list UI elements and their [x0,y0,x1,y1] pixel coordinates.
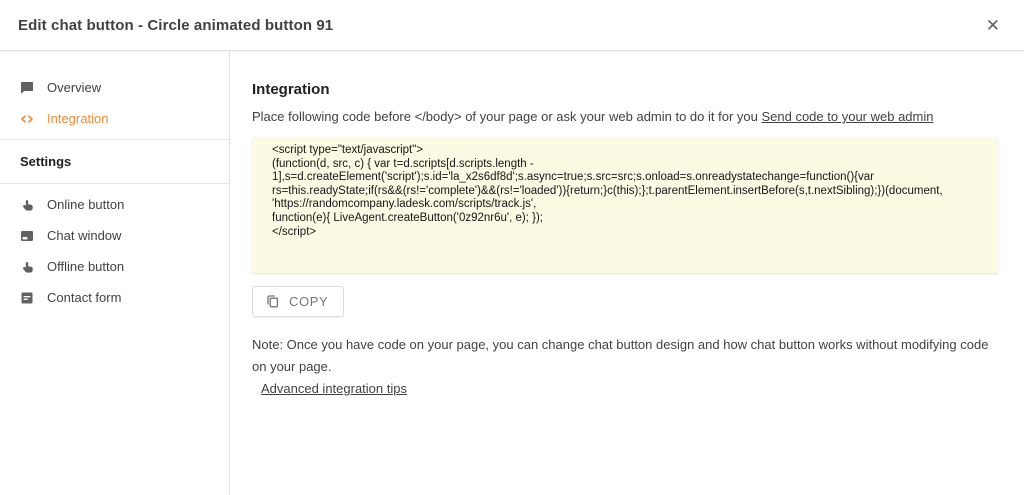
page-title: Integration [252,81,1000,98]
window-icon [20,229,34,243]
sidebar-item-integration[interactable]: Integration [0,103,229,134]
sidebar-item-label: Online button [47,197,124,212]
code-line: </script> [272,226,978,240]
copy-icon [265,294,280,309]
form-icon [20,291,34,305]
sidebar-item-label: Offline button [47,259,124,274]
instruction-label: Place following code before </body> of y… [252,109,758,124]
integration-code-block[interactable]: <script type="text/javascript"> (functio… [252,137,998,273]
sidebar-item-label: Overview [47,80,101,95]
sidebar-item-label: Integration [47,111,108,126]
code-line: 'https://randomcompany.ladesk.com/script… [272,198,978,212]
code-line: <script type="text/javascript"> [272,144,978,158]
code-line: function(e){ LiveAgent.createButton('0z9… [272,212,978,226]
code-line: 1],s=d.createElement('script');s.id='la_… [272,171,978,185]
sidebar-divider [0,139,229,140]
chat-bubble-icon [20,81,34,95]
send-code-link[interactable]: Send code to your web admin [761,109,933,124]
sidebar-item-label: Contact form [47,290,121,305]
modal-body: Overview Integration Settings Online but… [0,51,1024,495]
close-icon[interactable]: ✕ [980,13,1006,38]
hand-pointer-icon [20,198,34,212]
copy-button[interactable]: COPY [252,286,344,317]
sidebar: Overview Integration Settings Online but… [0,51,230,495]
advanced-integration-tips-link[interactable]: Advanced integration tips [261,381,407,396]
code-icon [20,112,34,126]
sidebar-item-label: Chat window [47,228,121,243]
sidebar-item-offline-button[interactable]: Offline button [0,251,229,282]
sidebar-item-contact-form[interactable]: Contact form [0,282,229,313]
note-text: Note: Once you have code on your page, y… [252,334,1000,378]
hand-pointer-icon [20,260,34,274]
modal-header: Edit chat button - Circle animated butto… [0,0,1024,51]
instruction-text: Place following code before </body> of y… [252,109,1000,124]
sidebar-item-overview[interactable]: Overview [0,72,229,103]
copy-button-label: COPY [289,294,328,309]
sidebar-item-chat-window[interactable]: Chat window [0,220,229,251]
sidebar-section-settings: Settings [0,145,229,178]
integration-panel: Integration Place following code before … [230,51,1024,495]
sidebar-item-online-button[interactable]: Online button [0,189,229,220]
code-line: rs=this.readyState;if(rs&&(rs!='complete… [272,185,978,199]
modal-title: Edit chat button - Circle animated butto… [18,17,333,34]
code-line: (function(d, src, c) { var t=d.scripts[d… [272,158,978,172]
sidebar-divider [0,183,229,184]
